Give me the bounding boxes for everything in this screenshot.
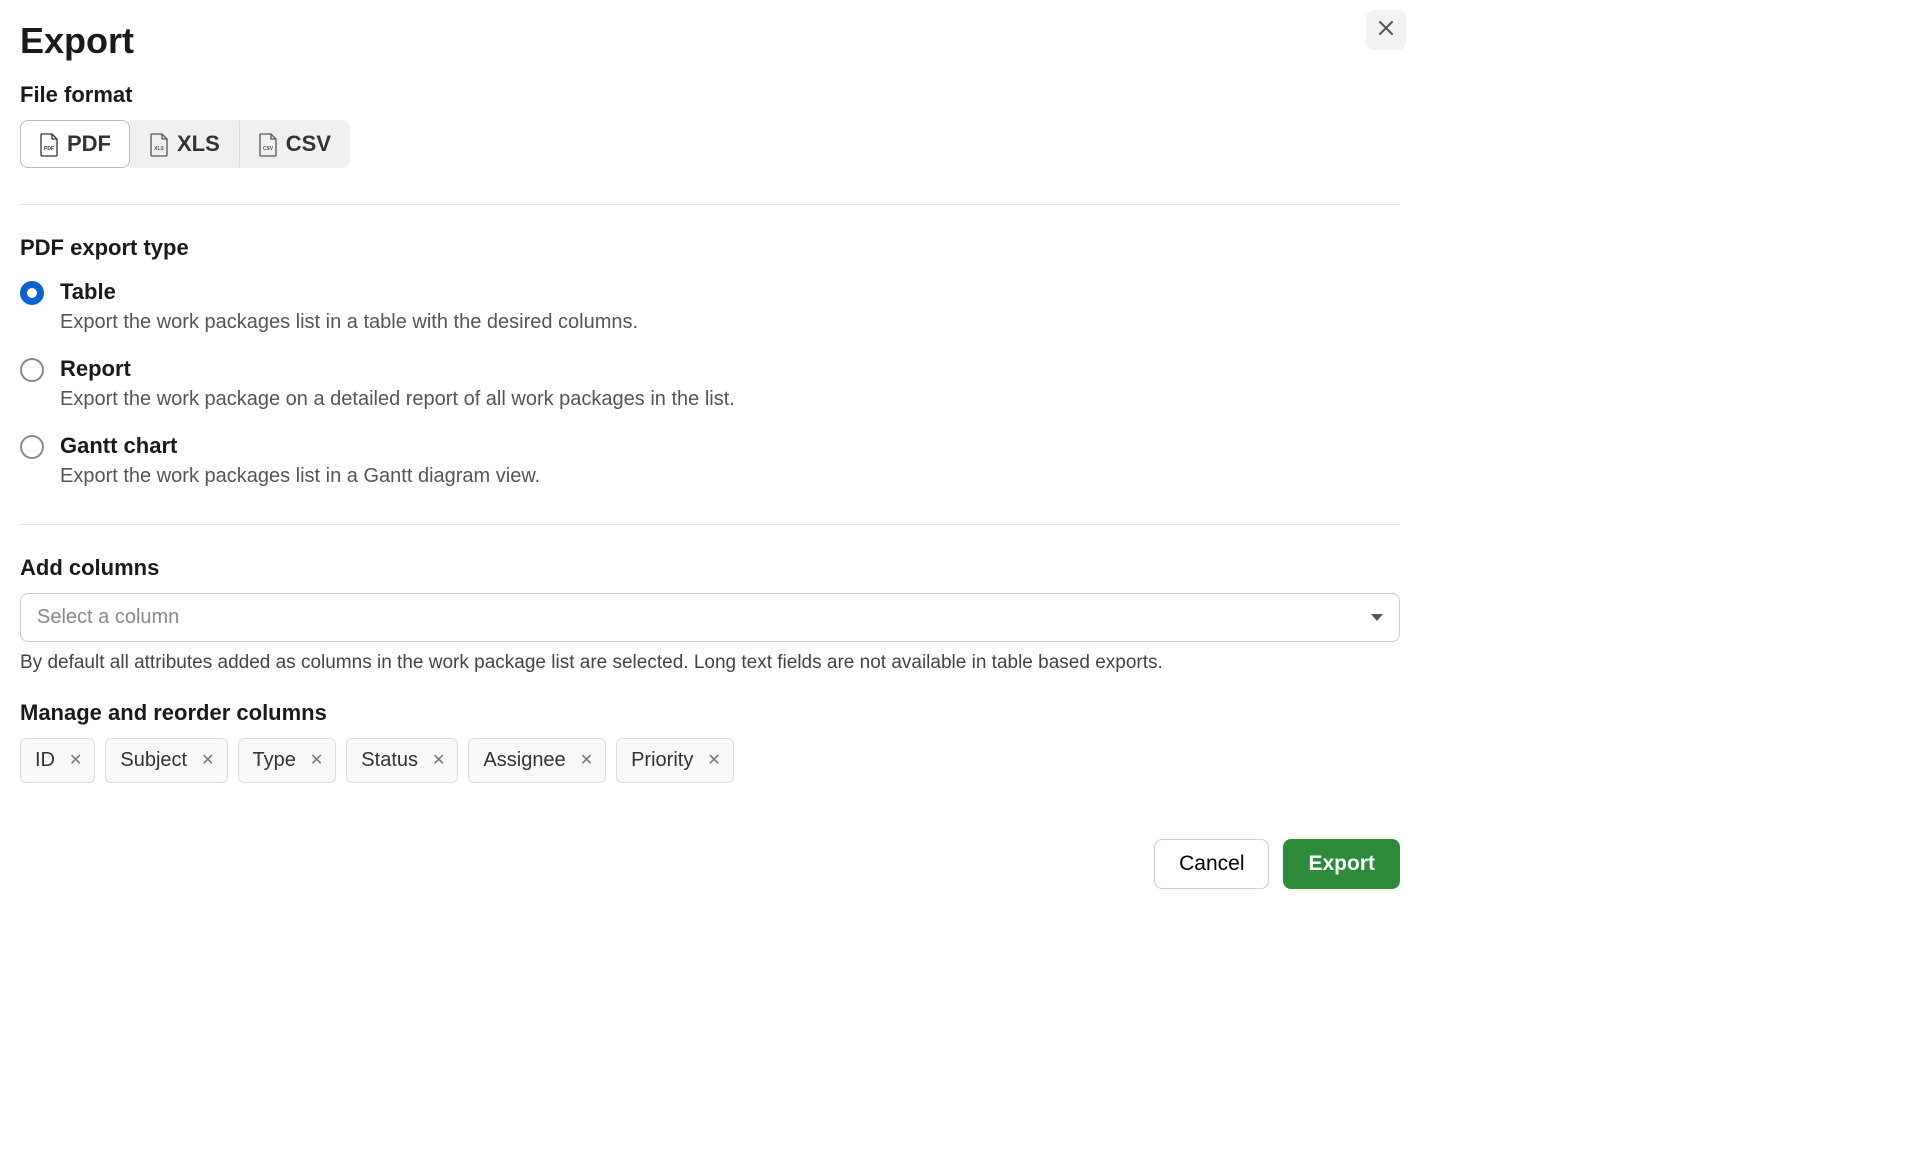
format-option-csv[interactable]: CSV CSV: [239, 120, 350, 168]
export-type-option-report[interactable]: Report Export the work package on a deta…: [20, 356, 1400, 411]
chip-label: Priority: [631, 749, 693, 772]
export-type-report-desc: Export the work package on a detailed re…: [60, 388, 735, 411]
format-option-xls[interactable]: XLS XLS: [130, 120, 239, 168]
export-type-group: Table Export the work packages list in a…: [20, 279, 1400, 488]
column-chip-priority[interactable]: Priority ✕: [616, 738, 734, 783]
dialog-footer: Cancel Export: [20, 839, 1400, 889]
add-columns-placeholder: Select a column: [37, 606, 179, 629]
cancel-button[interactable]: Cancel: [1154, 839, 1269, 889]
export-type-gantt-desc: Export the work packages list in a Gantt…: [60, 465, 540, 488]
add-columns-select[interactable]: Select a column: [20, 593, 1400, 642]
column-chip-type[interactable]: Type ✕: [238, 738, 337, 783]
remove-icon[interactable]: ✕: [580, 753, 593, 769]
add-columns-helper: By default all attributes added as colum…: [20, 652, 1400, 674]
dialog-title: Export: [20, 20, 134, 62]
chevron-down-icon: [1371, 614, 1383, 621]
manage-columns-label: Manage and reorder columns: [20, 700, 1400, 726]
chip-label: Assignee: [483, 749, 565, 772]
export-type-table-label: Table: [60, 279, 638, 305]
chip-label: ID: [35, 749, 55, 772]
divider: [20, 204, 1400, 205]
format-option-pdf[interactable]: PDF PDF: [20, 120, 130, 168]
chip-label: Subject: [120, 749, 187, 772]
file-xls-icon: XLS: [149, 133, 167, 155]
remove-icon[interactable]: ✕: [310, 753, 323, 769]
radio-icon[interactable]: [20, 435, 44, 459]
file-format-label: File format: [20, 82, 1400, 108]
dialog-header: Export: [20, 20, 1400, 82]
remove-icon[interactable]: ✕: [707, 753, 720, 769]
divider: [20, 524, 1400, 525]
export-type-option-table[interactable]: Table Export the work packages list in a…: [20, 279, 1400, 334]
remove-icon[interactable]: ✕: [201, 753, 214, 769]
file-pdf-icon: PDF: [39, 133, 57, 155]
format-option-xls-label: XLS: [177, 131, 220, 157]
export-type-gantt-label: Gantt chart: [60, 433, 540, 459]
add-columns-label: Add columns: [20, 555, 1400, 581]
radio-icon[interactable]: [20, 358, 44, 382]
chip-label: Type: [253, 749, 296, 772]
radio-icon[interactable]: [20, 281, 44, 305]
chip-label: Status: [361, 749, 418, 772]
format-option-pdf-label: PDF: [67, 131, 111, 157]
file-csv-icon: CSV: [258, 133, 276, 155]
column-chip-subject[interactable]: Subject ✕: [105, 738, 227, 783]
file-format-group: PDF PDF XLS XLS CSV CSV: [20, 120, 350, 168]
remove-icon[interactable]: ✕: [432, 753, 445, 769]
format-option-csv-label: CSV: [286, 131, 331, 157]
svg-text:PDF: PDF: [44, 146, 54, 152]
svg-text:XLS: XLS: [154, 146, 164, 152]
svg-text:CSV: CSV: [263, 146, 274, 152]
column-chip-assignee[interactable]: Assignee ✕: [468, 738, 606, 783]
export-dialog: Export File format PDF PDF XLS XLS CSV C…: [20, 20, 1400, 889]
remove-icon[interactable]: ✕: [69, 753, 82, 769]
column-chip-status[interactable]: Status ✕: [346, 738, 458, 783]
export-type-label: PDF export type: [20, 235, 1400, 261]
columns-chip-list: ID ✕ Subject ✕ Type ✕ Status ✕ Assignee …: [20, 738, 1400, 783]
export-type-option-gantt[interactable]: Gantt chart Export the work packages lis…: [20, 433, 1400, 488]
export-type-report-label: Report: [60, 356, 735, 382]
column-chip-id[interactable]: ID ✕: [20, 738, 95, 783]
close-button[interactable]: [1366, 10, 1406, 50]
export-button[interactable]: Export: [1283, 839, 1400, 889]
export-type-table-desc: Export the work packages list in a table…: [60, 311, 638, 334]
close-icon: [1378, 20, 1394, 41]
